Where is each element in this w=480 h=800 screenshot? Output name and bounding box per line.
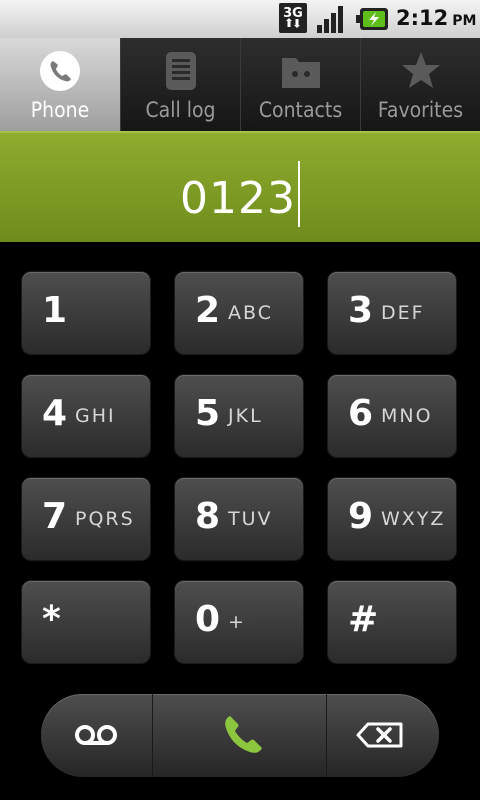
tab-phone-label: Phone <box>30 98 90 122</box>
key-letters: PQRS <box>75 508 135 530</box>
voicemail-icon <box>75 725 117 745</box>
key-digit: 3 <box>348 290 374 331</box>
3g-data-icon: 3G <box>279 3 307 33</box>
battery-charging-icon <box>356 8 388 30</box>
tab-favorites-label: Favorites <box>377 98 464 122</box>
key-6[interactable]: 6 MNO <box>328 375 456 457</box>
key-digit: 5 <box>195 393 221 434</box>
key-letters: MNO <box>381 405 433 427</box>
status-bar: 3G 2:12 PM <box>0 0 480 38</box>
key-star[interactable]: * <box>22 581 150 663</box>
key-1[interactable]: 1 <box>22 272 150 354</box>
key-digit: 7 <box>42 496 68 537</box>
key-digit: 4 <box>42 393 68 434</box>
key-digit: 0 <box>195 599 221 640</box>
key-letters: GHI <box>75 405 116 427</box>
key-8[interactable]: 8 TUV <box>175 478 303 560</box>
key-digit: 8 <box>195 496 221 537</box>
key-hash[interactable]: # <box>328 581 456 663</box>
key-digit: 1 <box>42 290 68 331</box>
status-time: 2:12 PM <box>396 6 477 30</box>
tab-call-log[interactable]: Call log <box>120 38 240 131</box>
key-0[interactable]: 0 + <box>175 581 303 663</box>
call-button[interactable] <box>153 694 326 777</box>
tab-contacts[interactable]: Contacts <box>240 38 360 131</box>
key-letters: TUV <box>228 508 273 530</box>
key-5[interactable]: 5 JKL <box>175 375 303 457</box>
key-7[interactable]: 7 PQRS <box>22 478 150 560</box>
key-digit: 9 <box>348 496 374 537</box>
contacts-icon <box>282 58 320 88</box>
tab-call-log-label: Call log <box>145 98 216 122</box>
key-3[interactable]: 3 DEF <box>328 272 456 354</box>
key-digit: 2 <box>195 290 221 331</box>
tab-contacts-label: Contacts <box>258 98 343 122</box>
tab-bar: Phone Call log Contacts Favorites <box>0 38 480 131</box>
phone-icon <box>40 51 80 91</box>
tab-phone[interactable]: Phone <box>0 38 120 131</box>
key-9[interactable]: 9 WXYZ <box>328 478 456 560</box>
dialer-action-bar <box>41 694 439 777</box>
key-letters: JKL <box>228 405 263 427</box>
star-icon <box>402 52 440 88</box>
dialed-number: 0123 <box>0 161 480 227</box>
signal-strength-icon <box>317 6 343 33</box>
key-2[interactable]: 2 ABC <box>175 272 303 354</box>
key-digit: # <box>348 599 379 640</box>
key-letters: DEF <box>381 302 425 324</box>
text-cursor <box>297 161 300 227</box>
tab-favorites[interactable]: Favorites <box>360 38 480 131</box>
key-letters: ABC <box>228 302 273 324</box>
dialed-number-display[interactable]: 0123 <box>0 131 480 242</box>
delete-button[interactable] <box>327 694 439 777</box>
key-digit: * <box>42 599 61 640</box>
key-4[interactable]: 4 GHI <box>22 375 150 457</box>
backspace-icon <box>356 722 403 748</box>
key-letters: + <box>228 611 246 633</box>
voicemail-button[interactable] <box>41 694 152 777</box>
call-log-icon <box>166 52 196 90</box>
svg-text:3G: 3G <box>283 6 303 21</box>
call-icon <box>225 716 262 753</box>
key-digit: 6 <box>348 393 374 434</box>
key-letters: WXYZ <box>381 508 446 530</box>
